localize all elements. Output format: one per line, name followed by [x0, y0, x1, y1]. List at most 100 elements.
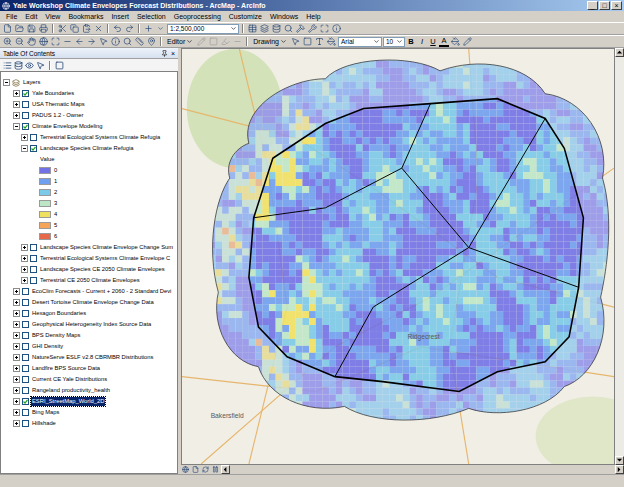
- find-icon[interactable]: [123, 37, 132, 46]
- layer-checkbox[interactable]: [22, 101, 29, 108]
- layer-checkbox[interactable]: [30, 277, 37, 284]
- select-icon[interactable]: [99, 37, 108, 46]
- layer-row[interactable]: Rangeland productivity_health: [1, 385, 177, 396]
- toolbar-button[interactable]: [74, 36, 85, 47]
- full-extent-icon[interactable]: [39, 37, 48, 46]
- expand-icon[interactable]: [13, 332, 20, 339]
- expand-icon[interactable]: [13, 398, 20, 405]
- window-control-button[interactable]: _: [587, 1, 598, 10]
- select-elements-icon[interactable]: [291, 37, 300, 46]
- layer-checkbox[interactable]: [22, 321, 29, 328]
- list-by-drawing-order-icon[interactable]: [3, 61, 12, 70]
- back-icon[interactable]: [75, 37, 84, 46]
- fill-icon[interactable]: [327, 37, 336, 46]
- legend-class[interactable]: 1: [1, 176, 177, 187]
- list-by-visibility-icon[interactable]: [25, 61, 34, 70]
- toolbar-button[interactable]: [2, 23, 13, 34]
- font-field[interactable]: Arial: [338, 37, 382, 47]
- layer-row[interactable]: Terrestrial Ecological Systems Climate E…: [1, 253, 177, 264]
- expand-icon[interactable]: [13, 365, 20, 372]
- undo-icon[interactable]: [113, 24, 122, 33]
- layer-row[interactable]: Hexagon Boundaries: [1, 308, 177, 319]
- format-button[interactable]: B: [406, 36, 416, 47]
- layer-checkbox[interactable]: [22, 365, 29, 372]
- toolbar-button[interactable]: [62, 36, 73, 47]
- layer-checkbox[interactable]: [22, 398, 29, 405]
- layer-checkbox[interactable]: [22, 123, 29, 130]
- menu-item[interactable]: Insert: [107, 11, 133, 22]
- layer-row[interactable]: Bing Maps: [1, 407, 177, 418]
- zoom-out-icon[interactable]: [15, 37, 24, 46]
- layer-label[interactable]: Terrestrial Ecological Systems Climate R…: [39, 133, 161, 142]
- expand-icon[interactable]: [21, 134, 28, 141]
- pin-icon[interactable]: [161, 50, 168, 57]
- dropdown-icon[interactable]: [157, 25, 164, 32]
- copy-icon[interactable]: [70, 24, 79, 33]
- dropdown-icon[interactable]: [396, 38, 403, 45]
- toolbar-button[interactable]: [331, 23, 342, 34]
- toolbar-button[interactable]: [302, 36, 313, 47]
- zoom-in-icon[interactable]: [3, 37, 12, 46]
- print-icon[interactable]: [39, 24, 48, 33]
- layer-row[interactable]: Geophysical Heterogeneity Index Source D…: [1, 319, 177, 330]
- toolbar-button[interactable]: [232, 36, 243, 47]
- font-size-field[interactable]: 10: [383, 37, 405, 47]
- collapse-icon[interactable]: [21, 145, 28, 152]
- toolbar-button[interactable]: [98, 36, 109, 47]
- layer-row[interactable]: Landscape Species Climate Envelope Chang…: [1, 242, 177, 253]
- format-button[interactable]: A: [439, 36, 449, 47]
- redo-icon[interactable]: [125, 24, 134, 33]
- data-frame-row[interactable]: Layers: [1, 77, 177, 88]
- text-icon[interactable]: [315, 37, 324, 46]
- layer-label[interactable]: Bing Maps: [31, 408, 60, 417]
- toolbar-button[interactable]: [86, 36, 97, 47]
- identify-icon[interactable]: [111, 37, 120, 46]
- pan-icon[interactable]: [27, 37, 36, 46]
- layer-label[interactable]: Climate Envelope Modeling: [31, 122, 104, 131]
- toc-close-button[interactable]: ×: [171, 50, 175, 57]
- layers-icon[interactable]: [260, 24, 269, 33]
- layer-row[interactable]: Landfire BPS Source Data: [1, 363, 177, 374]
- layer-row[interactable]: BPS Density Maps: [1, 330, 177, 341]
- search-icon[interactable]: [284, 24, 293, 33]
- layer-checkbox[interactable]: [22, 90, 29, 97]
- format-button[interactable]: U: [428, 36, 438, 47]
- toolbar-button[interactable]: [26, 23, 37, 34]
- expand-icon[interactable]: [13, 354, 20, 361]
- line-color-icon[interactable]: [463, 37, 472, 46]
- layer-checkbox[interactable]: [22, 112, 29, 119]
- fixed-zoom-out-icon[interactable]: [63, 37, 72, 46]
- toolbar-button[interactable]: [112, 23, 123, 34]
- expand-icon[interactable]: [13, 387, 20, 394]
- toolbar-button[interactable]: [295, 23, 306, 34]
- expand-icon[interactable]: [13, 299, 20, 306]
- layer-label[interactable]: USA Thematic Maps: [31, 100, 86, 109]
- collapse-icon[interactable]: [3, 79, 10, 86]
- layer-row[interactable]: PADUS 1.2 - Owner: [1, 110, 177, 121]
- expand-icon[interactable]: [21, 244, 28, 251]
- layer-label[interactable]: Terrestrial Ecological Systems Climate E…: [39, 254, 171, 263]
- toolbar-button[interactable]: [2, 36, 13, 47]
- toolbar-button[interactable]: [450, 36, 461, 47]
- window-control-button[interactable]: ×: [611, 1, 622, 10]
- open-icon[interactable]: [15, 24, 24, 33]
- toolbar-button[interactable]: [38, 36, 49, 47]
- list-by-selection-icon[interactable]: [36, 61, 45, 70]
- layer-row[interactable]: EcoClim Forecasts - Current + 2060 - 2 S…: [1, 286, 177, 297]
- toolbar-button[interactable]: [271, 23, 282, 34]
- tools-icon[interactable]: [308, 24, 317, 33]
- layer-row[interactable]: USA Thematic Maps: [1, 99, 177, 110]
- layer-checkbox[interactable]: [30, 134, 37, 141]
- menu-item[interactable]: View: [41, 11, 64, 22]
- help-icon[interactable]: [332, 24, 341, 33]
- paste-icon[interactable]: [82, 24, 91, 33]
- layer-label[interactable]: PADUS 1.2 - Owner: [31, 111, 84, 120]
- layer-checkbox[interactable]: [22, 310, 29, 317]
- straight-segment-icon[interactable]: [221, 37, 230, 46]
- dropdown-icon[interactable]: [186, 38, 193, 45]
- new-icon[interactable]: [3, 24, 12, 33]
- toolbar-button[interactable]: [57, 23, 68, 34]
- layer-checkbox[interactable]: [22, 387, 29, 394]
- layer-row[interactable]: GHI Density: [1, 341, 177, 352]
- fill-color-icon[interactable]: [451, 37, 460, 46]
